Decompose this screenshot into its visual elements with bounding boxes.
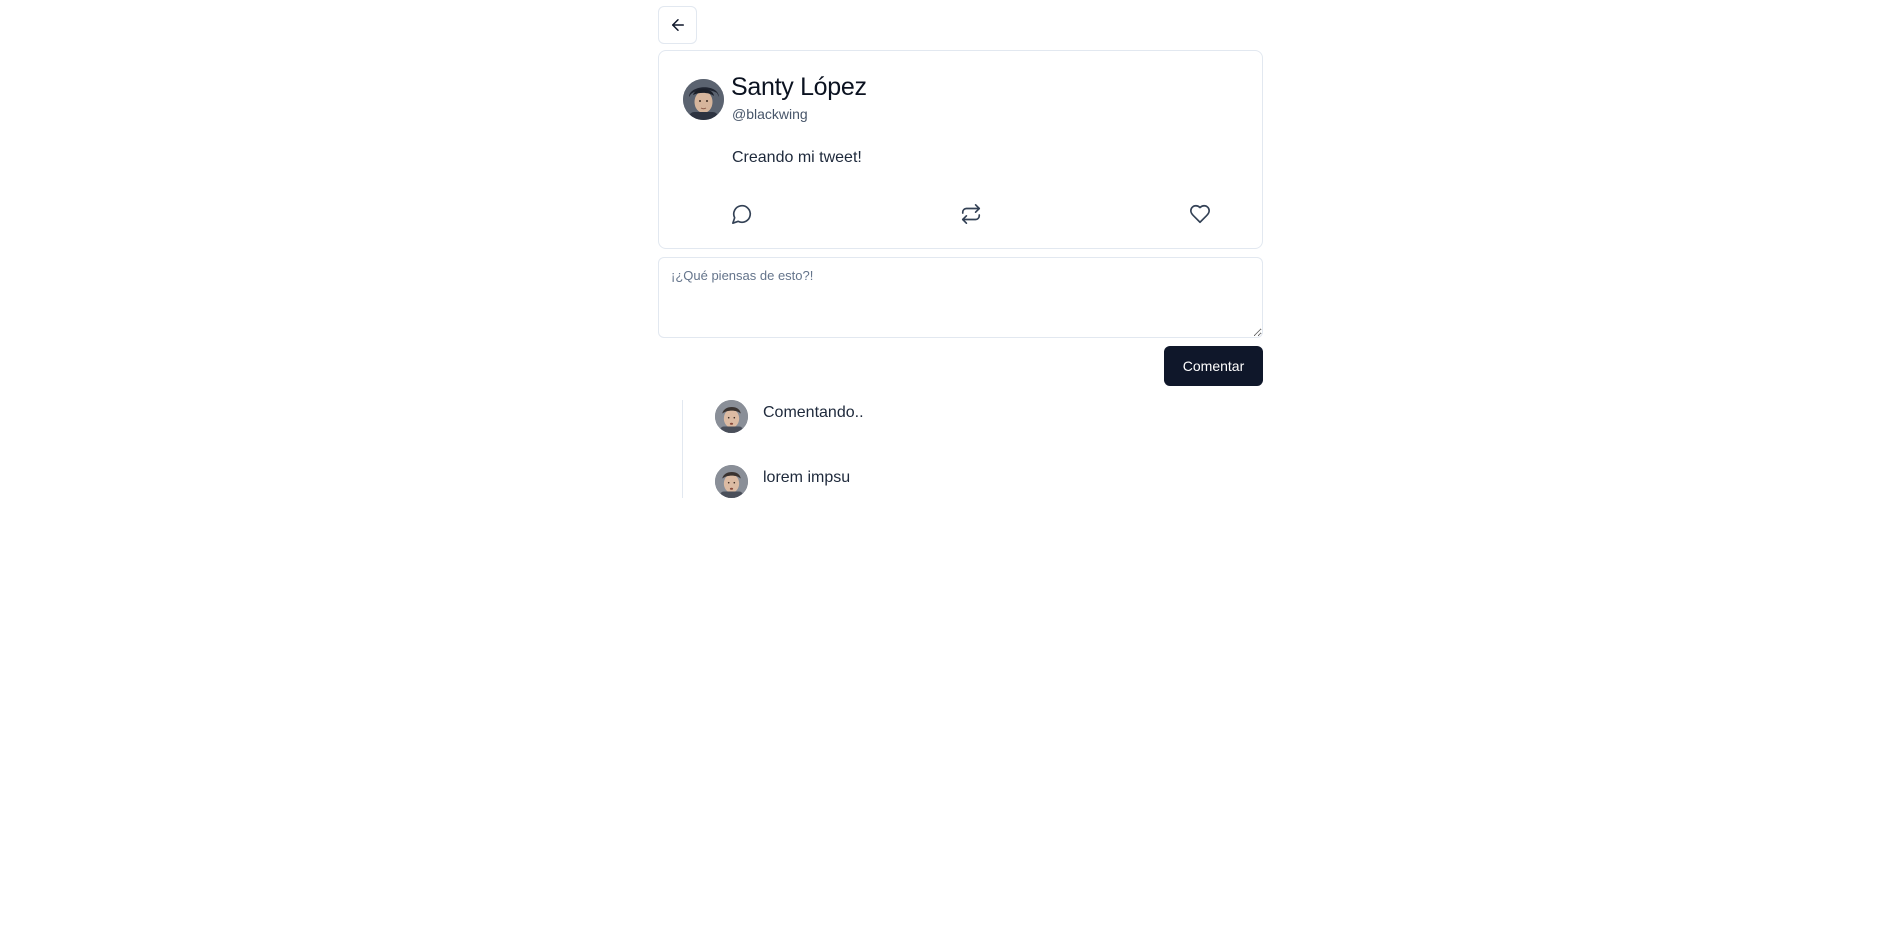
comment-text: lorem impsu [763,468,851,486]
avatar-photo [715,400,748,433]
reply-button[interactable] [729,201,755,227]
comment-input[interactable] [658,257,1263,338]
like-button[interactable] [1187,201,1213,227]
comment-item: Comentando.. [715,400,1263,433]
submit-row: Comentar [658,346,1263,386]
retweet-icon [961,204,981,224]
tweet-card: Santy López @blackwing Creando mi tweet! [658,50,1263,249]
author-name[interactable]: Santy López [731,73,867,102]
tweet-detail-container: Santy López @blackwing Creando mi tweet! [658,6,1263,498]
comment-item: lorem impsu [715,465,1263,498]
page: Santy López @blackwing Creando mi tweet! [0,0,1900,950]
avatar[interactable] [683,79,724,120]
comment-list: Comentando.. lorem impsu [682,400,1263,498]
comment-icon [732,204,752,224]
comment-avatar[interactable] [715,400,748,433]
avatar-photo [715,465,748,498]
author-handle[interactable]: @blackwing [732,106,808,122]
arrow-left-icon [671,19,684,31]
comment-avatar[interactable] [715,465,748,498]
comment-text: Comentando.. [763,403,864,421]
heart-icon [1190,204,1210,224]
retweet-button[interactable] [958,201,984,227]
tweet-text: Creando mi tweet! [732,149,862,166]
avatar-photo [683,79,724,120]
comment-submit-button[interactable]: Comentar [1164,346,1263,386]
back-button[interactable] [658,6,697,44]
